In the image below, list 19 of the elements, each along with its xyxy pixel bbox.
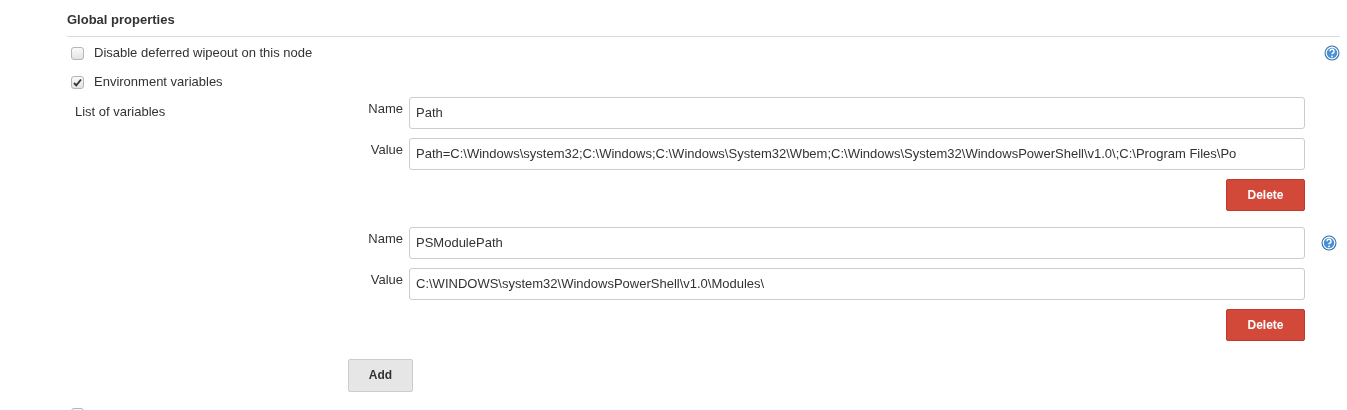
- help-icon[interactable]: [1321, 234, 1337, 251]
- checkbox-label: Disable deferred wipeout on this node: [94, 44, 313, 63]
- field-label: Name: [368, 99, 403, 118]
- input-field[interactable]: PSModulePath: [409, 226, 1305, 259]
- input-field[interactable]: Path=C:\Windows\system32;C:\Windows;C:\Windows\System32\Wbem;C:\Windows\System32\WindowsPowerShell\v1.0\;C:\Program Files\Po: [409, 137, 1305, 170]
- field-label: Value: [370, 140, 403, 159]
- checkbox[interactable]: [71, 46, 84, 60]
- field-label: List of variables: [75, 103, 166, 119]
- field-label: Value: [370, 270, 403, 289]
- checkbox-label: Environment variables: [94, 73, 223, 92]
- section-title: Global properties: [67, 10, 1340, 37]
- help-icon[interactable]: [1324, 45, 1340, 61]
- add-button[interactable]: Add: [348, 358, 413, 392]
- delete-button[interactable]: Delete: [1226, 178, 1305, 211]
- input-field[interactable]: Path: [409, 96, 1305, 129]
- checkbox[interactable]: [71, 75, 84, 89]
- delete-button[interactable]: Delete: [1226, 308, 1305, 341]
- field-label: Name: [368, 229, 403, 248]
- input-field[interactable]: C:\WINDOWS\system32\WindowsPowerShell\v1.0\Modules\: [409, 267, 1305, 300]
